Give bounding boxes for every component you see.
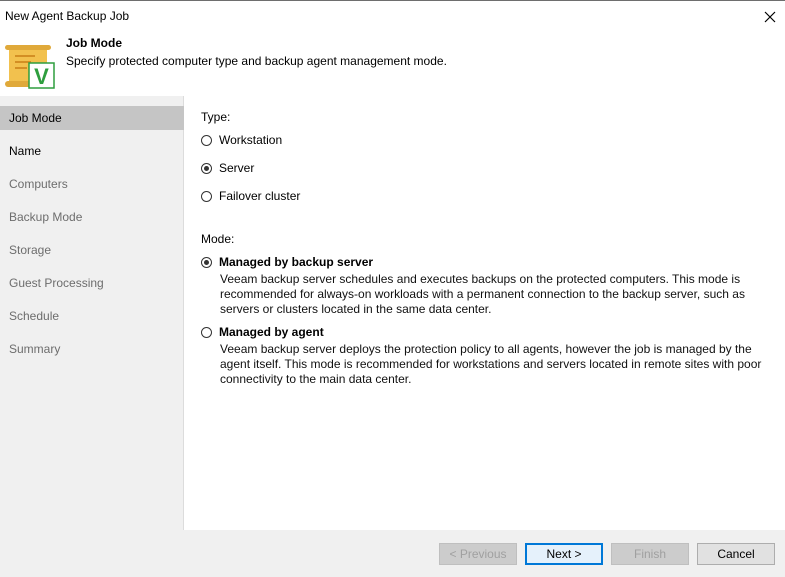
failover-cluster-label: Failover cluster	[219, 189, 301, 203]
type-option-failover-cluster[interactable]: Failover cluster	[201, 189, 300, 203]
wizard-footer: < Previous Next > Finish Cancel	[0, 530, 785, 577]
managed-by-agent-description: Veeam backup server deploys the protecti…	[220, 342, 762, 386]
type-label: Type:	[201, 110, 231, 124]
mode-label: Mode:	[201, 232, 235, 246]
sidebar-item-guest-processing[interactable]: Guest Processing	[0, 271, 184, 295]
window-title: New Agent Backup Job	[5, 9, 130, 23]
radio-workstation[interactable]	[201, 134, 212, 146]
managed-by-backup-server-description: Veeam backup server schedules and execut…	[220, 272, 745, 316]
sidebar-item-name[interactable]: Name	[0, 139, 184, 163]
wizard-steps-sidebar: Job Mode Name Computers Backup Mode Stor…	[0, 96, 184, 530]
previous-button[interactable]: < Previous	[439, 543, 517, 565]
managed-by-backup-server-label: Managed by backup server	[219, 255, 374, 269]
radio-server[interactable]	[201, 162, 212, 174]
mode-option-agent[interactable]: Managed by agent	[201, 325, 324, 339]
cancel-button[interactable]: Cancel	[697, 543, 775, 565]
type-option-workstation[interactable]: Workstation	[201, 133, 282, 147]
wizard-header: V Job Mode Specify protected computer ty…	[0, 32, 785, 96]
workstation-label: Workstation	[219, 133, 283, 147]
managed-by-agent-label: Managed by agent	[219, 325, 324, 339]
next-button[interactable]: Next >	[525, 543, 603, 565]
radio-managed-by-backup-server[interactable]	[201, 256, 212, 268]
finish-button[interactable]: Finish	[611, 543, 689, 565]
page-title: Job Mode	[66, 36, 122, 50]
mode-option-backup-server[interactable]: Managed by backup server	[201, 255, 373, 269]
server-label: Server	[219, 161, 255, 175]
close-button[interactable]	[755, 1, 785, 32]
type-option-server[interactable]: Server	[201, 161, 254, 175]
logo-letter: V	[34, 64, 49, 89]
main-content: Type: Workstation Server Failover cluste…	[185, 96, 785, 530]
close-icon	[764, 11, 776, 22]
sidebar-item-schedule[interactable]: Schedule	[0, 304, 184, 328]
radio-managed-by-agent[interactable]	[201, 326, 212, 338]
title-bar: New Agent Backup Job	[0, 0, 785, 32]
page-subtitle: Specify protected computer type and back…	[66, 54, 447, 68]
sidebar-item-storage[interactable]: Storage	[0, 238, 184, 262]
sidebar-item-job-mode[interactable]: Job Mode	[0, 106, 184, 130]
sidebar-item-backup-mode[interactable]: Backup Mode	[0, 205, 184, 229]
job-scroll-icon: V	[5, 45, 55, 89]
radio-failover-cluster[interactable]	[201, 190, 212, 202]
sidebar-item-computers[interactable]: Computers	[0, 172, 184, 196]
sidebar-item-summary[interactable]: Summary	[0, 337, 184, 361]
